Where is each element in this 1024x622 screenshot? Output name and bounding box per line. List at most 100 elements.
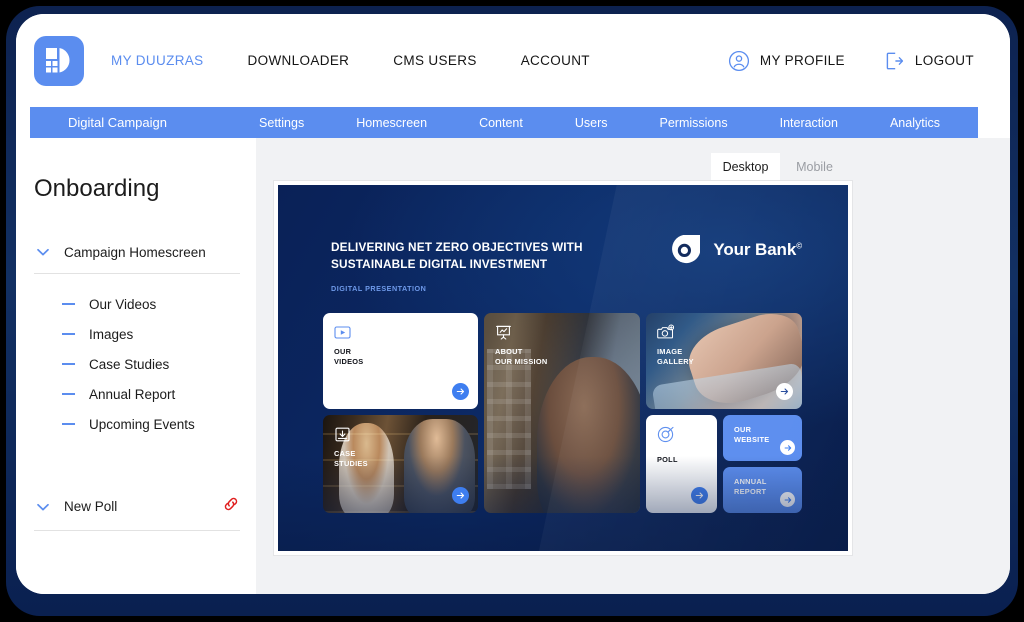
sidebar-item-label: Case Studies <box>89 356 170 372</box>
preview-panel: Desktop Mobile DELIVERING NET ZERO OBJEC… <box>256 138 1010 594</box>
tree-label-campaign-homescreen: Campaign Homescreen <box>64 244 206 260</box>
dash-icon <box>62 363 75 365</box>
tree-children-campaign-homescreen: Our Videos Images Case Studies Annual Re… <box>34 289 240 439</box>
page-title: Onboarding <box>34 175 160 202</box>
presentation-icon <box>496 325 511 340</box>
dash-icon <box>62 333 75 335</box>
slide-headline: DELIVERING NET ZERO OBJECTIVES WITH SUST… <box>331 240 583 271</box>
tree-group-campaign-homescreen: Campaign Homescreen Our Videos Images Ca… <box>16 243 256 439</box>
nav-item-downloader[interactable]: DOWNLOADER <box>248 47 350 74</box>
sidebar-item-our-videos[interactable]: Our Videos <box>62 289 240 319</box>
body-area: Onboarding Campaign Homescreen Our Video… <box>16 138 1010 594</box>
dash-icon <box>62 423 75 425</box>
sidebar-item-label: Our Videos <box>89 296 157 312</box>
arrow-right-icon <box>456 492 465 499</box>
logout-button[interactable]: LOGOUT <box>883 50 974 72</box>
logout-icon <box>886 52 903 69</box>
bank-name: Your Bank© <box>713 240 802 260</box>
bank-logo: Your Bank© <box>667 232 802 268</box>
arrow-right-icon <box>784 496 791 503</box>
tile-label-case-studies: CASE STUDIES <box>334 449 368 468</box>
subnav-item-settings[interactable]: Settings <box>259 116 304 130</box>
sidebar: Onboarding Campaign Homescreen Our Video… <box>16 138 256 594</box>
tile-label-about-our-mission: ABOUT OUR MISSION <box>495 347 548 366</box>
my-profile-label: MY PROFILE <box>759 53 845 68</box>
camera-icon <box>657 324 674 339</box>
sidebar-item-label: Annual Report <box>89 386 176 402</box>
chevron-down-icon <box>37 503 49 510</box>
subnav-item-permissions[interactable]: Permissions <box>660 116 728 130</box>
tile-arrow-poll[interactable] <box>691 487 708 504</box>
tile-case-studies[interactable]: CASE STUDIES <box>323 415 478 513</box>
logo-glyph-icon <box>46 47 70 72</box>
tile-label-our-website: OUR WEBSITE <box>734 425 770 444</box>
tile-our-website[interactable]: OUR WEBSITE <box>723 415 802 461</box>
nav-item-cms-users[interactable]: CMS USERS <box>393 47 476 74</box>
briefcase-icon <box>335 427 350 442</box>
tile-arrow-image-gallery[interactable] <box>776 383 793 400</box>
slide-subtitle: DIGITAL PRESENTATION <box>331 284 427 293</box>
top-header: MY DUUZRAS DOWNLOADER CMS USERS ACCOUNT … <box>16 14 1010 107</box>
tile-our-videos[interactable]: OUR VIDEOS <box>323 313 478 409</box>
duuzras-logo[interactable] <box>34 35 84 86</box>
subnav-item-interaction[interactable]: Interaction <box>780 116 838 130</box>
tile-arrow-our-website[interactable] <box>780 440 795 455</box>
main-navigation: MY DUUZRAS DOWNLOADER CMS USERS ACCOUNT <box>111 47 634 74</box>
account-actions: MY PROFILE LOGOUT <box>728 50 974 72</box>
poll-icon <box>657 426 674 443</box>
tile-grid: OUR VIDEOS ABOUT OUR MISSION IMAGE GALLE… <box>323 313 813 513</box>
bank-name-text: Your Bank <box>713 240 797 259</box>
tree-toggle-campaign-homescreen[interactable]: Campaign Homescreen <box>34 243 240 274</box>
chevron-down-icon <box>37 248 49 256</box>
tab-desktop[interactable]: Desktop <box>711 153 780 181</box>
user-circle-icon <box>728 50 749 71</box>
my-profile-button[interactable]: MY PROFILE <box>728 50 845 72</box>
link-icon-wrapper[interactable] <box>222 495 240 518</box>
device-bezel: MY DUUZRAS DOWNLOADER CMS USERS ACCOUNT … <box>6 6 1018 616</box>
subnav-item-users[interactable]: Users <box>575 116 608 130</box>
subnav-title: Digital Campaign <box>68 115 167 130</box>
tile-image-gallery[interactable]: IMAGE GALLERY <box>646 313 802 409</box>
arrow-right-icon <box>780 388 789 395</box>
arrow-right-icon <box>456 388 465 395</box>
sidebar-item-label: Images <box>89 326 134 342</box>
tree-group-new-poll: New Poll <box>16 495 256 531</box>
dash-icon <box>62 303 75 305</box>
tree-label-new-poll: New Poll <box>64 499 118 514</box>
subnav-item-content[interactable]: Content <box>479 116 523 130</box>
tile-arrow-our-videos[interactable] <box>452 383 469 400</box>
nav-item-account[interactable]: ACCOUNT <box>521 47 590 74</box>
sidebar-item-images[interactable]: Images <box>62 319 240 349</box>
bank-mark-symbol: © <box>796 241 802 251</box>
logout-label: LOGOUT <box>914 53 974 68</box>
preview-frame: DELIVERING NET ZERO OBJECTIVES WITH SUST… <box>274 181 852 555</box>
campaign-slide: DELIVERING NET ZERO OBJECTIVES WITH SUST… <box>278 185 848 551</box>
tile-label-our-videos: OUR VIDEOS <box>334 347 364 366</box>
tile-label-annual-report: ANNUAL REPORT <box>734 477 767 496</box>
tile-about-our-mission[interactable]: ABOUT OUR MISSION <box>484 313 640 513</box>
subnav-item-homescreen[interactable]: Homescreen <box>356 116 427 130</box>
sidebar-item-label: Upcoming Events <box>89 416 195 432</box>
subnav-item-analytics[interactable]: Analytics <box>890 116 940 130</box>
sidebar-item-upcoming-events[interactable]: Upcoming Events <box>62 409 240 439</box>
bank-mark-icon <box>672 235 701 264</box>
nav-item-my-duuzras[interactable]: MY DUUZRAS <box>111 47 204 74</box>
tile-label-poll: POLL <box>657 455 678 464</box>
sidebar-item-annual-report[interactable]: Annual Report <box>62 379 240 409</box>
arrow-right-icon <box>695 492 704 499</box>
tile-label-image-gallery: IMAGE GALLERY <box>657 347 694 366</box>
arrow-right-icon <box>784 444 791 451</box>
tile-arrow-case-studies[interactable] <box>452 487 469 504</box>
preview-mode-tabs: Desktop Mobile <box>711 153 849 181</box>
tile-annual-report[interactable]: ANNUAL REPORT <box>723 467 802 513</box>
tile-poll[interactable]: POLL <box>646 415 717 513</box>
tree-toggle-new-poll[interactable]: New Poll <box>34 495 240 531</box>
dash-icon <box>62 393 75 395</box>
tab-mobile[interactable]: Mobile <box>780 153 849 181</box>
tile-arrow-annual-report[interactable] <box>780 492 795 507</box>
link-icon <box>224 497 238 511</box>
app-window: MY DUUZRAS DOWNLOADER CMS USERS ACCOUNT … <box>16 14 1010 594</box>
sidebar-item-case-studies[interactable]: Case Studies <box>62 349 240 379</box>
campaign-subnav: Digital Campaign Settings Homescreen Con… <box>30 107 978 138</box>
video-icon <box>334 326 351 339</box>
